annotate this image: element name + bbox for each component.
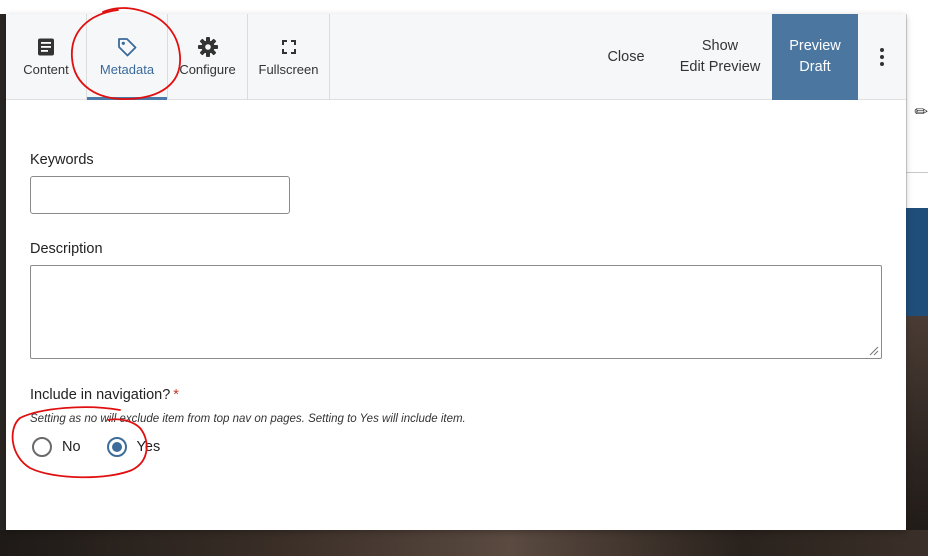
nav-radio-group: No Yes [32,437,186,457]
tab-configure[interactable]: Configure [168,14,248,100]
preview-draft-label-line2: Draft [799,59,831,75]
tab-content-label: Content [23,62,69,77]
radio-yes-label: Yes [136,439,161,455]
tab-configure-label: Configure [179,62,236,77]
preview-draft-label-line1: Preview [789,38,841,54]
close-button-label: Close [607,48,645,65]
radio-yes-circle[interactable] [106,437,127,457]
resize-handle-icon[interactable] [867,344,879,356]
radio-no-label: No [62,439,81,455]
gear-icon [197,36,219,58]
tab-content[interactable]: Content [6,14,87,100]
background-divider [906,172,928,173]
content-icon [35,36,57,58]
keywords-input[interactable] [30,176,290,214]
tab-metadata-label: Metadata [99,62,155,77]
background-page-top [0,0,928,14]
background-photo-right [906,316,928,556]
tag-icon [116,36,138,58]
radio-no-circle[interactable] [32,437,52,457]
required-mark: * [173,387,179,403]
radio-yes-dot [111,442,122,452]
radio-yes[interactable]: Yes [106,437,161,457]
tab-metadata[interactable]: Metadata [87,14,168,100]
show-edit-preview-label-line2: Edit Preview [679,59,761,75]
edit-modal: Content Metadata Configure Fullscreen Cl… [6,14,906,530]
nav-label: Include in navigation? * [30,387,179,403]
radio-no[interactable]: No [32,437,81,457]
tab-fullscreen[interactable]: Fullscreen [248,14,330,100]
preview-draft-button[interactable]: Preview Draft [772,14,858,100]
fullscreen-icon [278,36,300,58]
close-button[interactable]: Close [586,14,666,100]
modal-toolbar: Content Metadata Configure Fullscreen Cl… [6,14,906,100]
show-edit-preview-label-line1: Show [701,38,739,54]
kebab-icon[interactable] [862,14,902,100]
description-textarea[interactable] [30,265,882,359]
background-banner [906,208,928,316]
description-label: Description [30,241,103,257]
tab-fullscreen-label: Fullscreen [258,62,319,77]
show-edit-preview-button[interactable]: Show Edit Preview [668,14,772,100]
background-photo-bottom [0,530,928,556]
nav-label-text: Include in navigation? [30,387,171,403]
keywords-label: Keywords [30,152,94,168]
nav-help-text: Setting as no will exclude item from top… [30,413,466,425]
